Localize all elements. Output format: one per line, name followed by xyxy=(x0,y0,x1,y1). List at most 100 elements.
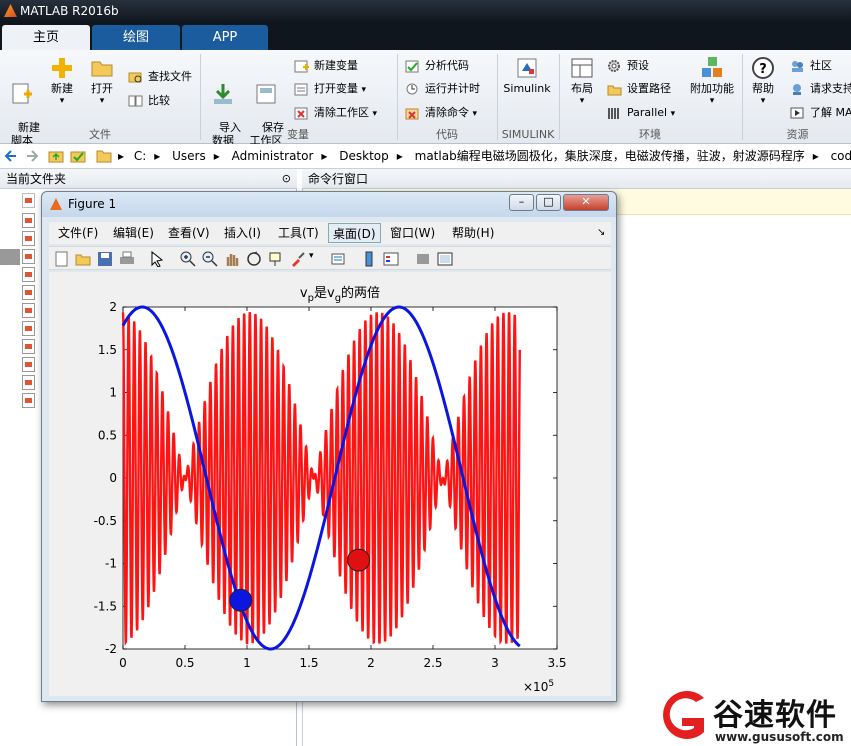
tab-plots[interactable]: 绘图 xyxy=(92,25,180,50)
file-icon[interactable] xyxy=(22,303,35,318)
compare-button[interactable]: 比较 xyxy=(128,92,170,110)
file-icon[interactable] xyxy=(22,375,35,390)
new-variable-button[interactable]: 新建变量 xyxy=(294,57,358,75)
menu-help[interactable]: 帮助(H) xyxy=(452,222,494,244)
menu-edit[interactable]: 编辑(E) xyxy=(113,222,154,244)
file-icon[interactable] xyxy=(22,267,35,282)
legend-icon[interactable] xyxy=(383,251,399,267)
pointer-icon[interactable] xyxy=(149,251,165,267)
clear-commands-label: 清除命令 xyxy=(425,106,469,119)
community-icon xyxy=(792,61,803,72)
help-button[interactable]: ? 帮助 ▾ xyxy=(746,56,780,108)
print-icon[interactable] xyxy=(119,251,135,267)
new-figure-icon[interactable] xyxy=(54,251,70,267)
compare-icon xyxy=(128,95,143,107)
divider xyxy=(397,54,398,140)
file-icon[interactable] xyxy=(22,339,35,354)
clear-commands-button[interactable]: 清除命令 xyxy=(405,104,477,122)
minimize-button[interactable]: – xyxy=(509,194,534,211)
breadcrumb-segment[interactable]: Users xyxy=(172,144,206,168)
link-plot-icon[interactable] xyxy=(330,251,346,267)
set-path-button[interactable]: 设置路径 xyxy=(607,80,671,98)
file-icon[interactable] xyxy=(22,213,35,228)
file-icon[interactable] xyxy=(22,285,35,300)
analyze-code-button[interactable]: 分析代码 xyxy=(405,57,469,75)
preferences-button[interactable]: 预设 xyxy=(607,57,649,75)
menu-insert[interactable]: 插入(I) xyxy=(224,222,261,244)
tab-home[interactable]: 主页 xyxy=(2,25,90,50)
resources-group-label: 资源 xyxy=(786,128,809,141)
community-button[interactable]: 社区 xyxy=(790,57,832,75)
menu-tools[interactable]: 工具(T) xyxy=(278,222,319,244)
svg-text:?: ? xyxy=(759,62,767,77)
learn-matlab-label: 了解 MA xyxy=(810,106,851,119)
watermark-text: 谷速软件 xyxy=(713,698,837,733)
new-variable-label: 新建变量 xyxy=(314,59,358,72)
browse-folder-icon[interactable] xyxy=(70,148,86,164)
community-label: 社区 xyxy=(810,59,832,72)
file-icon[interactable] xyxy=(22,357,35,372)
open-button[interactable]: 打开 ▾ xyxy=(84,56,120,108)
tab-apps[interactable]: APP xyxy=(182,25,268,50)
data-cursor-icon[interactable] xyxy=(268,251,284,267)
zoom-out-icon[interactable] xyxy=(202,251,218,267)
request-support-button[interactable]: 请求支持 xyxy=(790,80,851,98)
show-plot-tools-icon[interactable] xyxy=(437,251,453,267)
layout-label: 布局 xyxy=(571,82,593,95)
analyze-code-icon xyxy=(405,60,419,73)
breadcrumb-segment[interactable]: Desktop xyxy=(339,144,389,168)
parallel-button[interactable]: Parallel xyxy=(607,104,675,122)
figure-canvas[interactable]: 2 1.5 1 0.5 0 -0.5 -1 -1.5 -2 0 0.5 1 1.5 2 2.5 3 3.5 v… xyxy=(49,272,611,696)
open-file-icon[interactable] xyxy=(75,251,91,267)
clear-workspace-button[interactable]: 清除工作区 xyxy=(294,104,377,122)
forward-arrow-icon[interactable] xyxy=(24,148,40,164)
file-icon[interactable] xyxy=(22,393,35,408)
file-icon[interactable] xyxy=(22,249,35,264)
menu-file[interactable]: 文件(F) xyxy=(58,222,98,244)
file-icon[interactable] xyxy=(22,193,35,208)
breadcrumb-segment[interactable]: C: xyxy=(134,144,146,168)
pan-hand-icon[interactable] xyxy=(224,251,240,267)
x-tick-label: 2 xyxy=(367,656,375,670)
find-files-button[interactable]: 查找文件 xyxy=(128,68,192,86)
menu-desktop[interactable]: 桌面(D) xyxy=(328,223,381,243)
maximize-button[interactable]: □ xyxy=(536,194,561,211)
file-icon[interactable] xyxy=(22,231,35,246)
learn-matlab-button[interactable]: 了解 MA xyxy=(790,104,851,122)
zoom-in-icon[interactable] xyxy=(180,251,196,267)
brush-dropdown-icon[interactable]: ▾ xyxy=(309,251,314,261)
figure-window[interactable]: Figure 1 – □ ✕ 文件(F) 编辑(E) 查看(V) 插入(I) 工… xyxy=(41,191,617,702)
add-ons-icon xyxy=(702,57,722,77)
plus-icon xyxy=(52,58,72,78)
open-variable-button[interactable]: 打开变量 xyxy=(294,80,366,98)
layout-button[interactable]: 布局 ▾ xyxy=(564,56,600,108)
menu-window[interactable]: 窗口(W) xyxy=(390,222,435,244)
close-button[interactable]: ✕ xyxy=(563,194,609,211)
new-button[interactable]: 新建 ▾ xyxy=(44,56,80,108)
new-variable-icon xyxy=(294,60,309,73)
plot-svg[interactable]: 2 1.5 1 0.5 0 -0.5 -1 -1.5 -2 0 0.5 1 1.5 2 2.5 3 3.5 v… xyxy=(49,272,611,696)
simulink-button[interactable]: Simulink xyxy=(502,56,552,95)
ribbon: 新建 脚本 新建 ▾ 打开 ▾ 查找文件 比较 文件 导入 数据 保存 工作区 新建… xyxy=(0,50,851,147)
breadcrumb-segment[interactable]: code xyxy=(831,144,851,168)
rotate-3d-icon[interactable] xyxy=(246,251,262,267)
add-ons-button[interactable]: 附加功能 ▾ xyxy=(686,56,738,108)
breadcrumb-segment[interactable]: Administrator xyxy=(232,144,314,168)
x-tick-label: 0.5 xyxy=(175,656,194,670)
menubar-overflow-icon[interactable]: ↘ xyxy=(597,222,605,244)
open-variable-icon xyxy=(294,83,308,96)
menu-view[interactable]: 查看(V) xyxy=(168,222,210,244)
data-point-marker xyxy=(229,588,253,612)
save-icon[interactable] xyxy=(97,251,113,267)
file-icon[interactable] xyxy=(22,321,35,336)
y-tick-label: -2 xyxy=(105,642,117,656)
brush-icon[interactable] xyxy=(290,251,306,267)
up-folder-icon[interactable] xyxy=(48,148,64,164)
figure-toolbar: ▾ xyxy=(49,246,611,270)
hide-plot-tools-icon[interactable] xyxy=(415,251,431,267)
run-and-time-button[interactable]: 运行并计时 xyxy=(405,80,480,98)
colorbar-icon[interactable] xyxy=(361,251,377,267)
breadcrumb-segment[interactable]: matlab编程电磁场圆极化，集肤深度，电磁波传播，驻波，射波源码程序 xyxy=(415,144,805,168)
back-arrow-icon[interactable] xyxy=(3,148,19,164)
panel-menu-icon[interactable]: ⊙ xyxy=(282,169,291,189)
